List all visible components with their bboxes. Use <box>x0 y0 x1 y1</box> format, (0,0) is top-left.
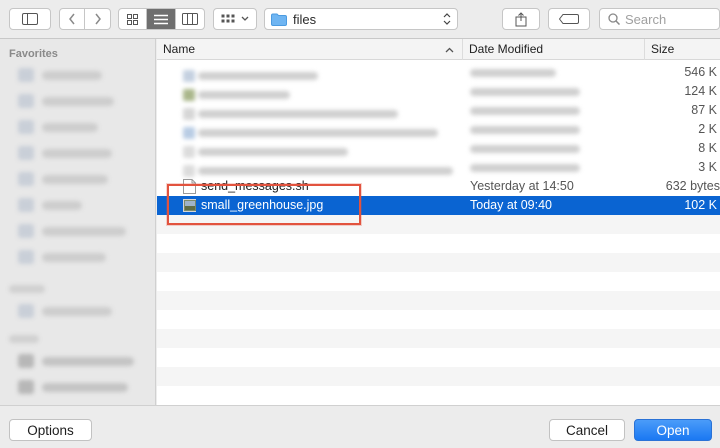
file-row[interactable]: send_messages.sh Yesterday at 14:50 632 … <box>157 177 720 196</box>
search-icon <box>608 13 620 25</box>
empty-row <box>157 234 720 253</box>
file-size: 124 K <box>684 84 717 98</box>
sidebar-item[interactable] <box>0 192 155 218</box>
sidebar-section-shared <box>0 332 155 348</box>
share-icon <box>515 11 527 26</box>
forward-icon <box>94 13 101 25</box>
file-name: small_greenhouse.jpg <box>201 198 324 212</box>
search-input[interactable] <box>625 11 705 27</box>
empty-row <box>157 348 720 367</box>
cancel-button[interactable]: Cancel <box>549 419 625 441</box>
folder-icon <box>271 13 287 26</box>
icon-view-button[interactable] <box>119 9 148 29</box>
file-row[interactable]: 124 K <box>157 82 720 101</box>
sidebar-item[interactable] <box>0 244 155 270</box>
sidebar-item[interactable] <box>0 218 155 244</box>
file-size: 8 K <box>698 141 717 155</box>
icon-view-icon <box>127 13 139 25</box>
chevron-down-icon <box>241 16 249 21</box>
sidebar-item[interactable] <box>0 166 155 192</box>
sidebar-item[interactable] <box>0 62 155 88</box>
file-size: 102 K <box>684 198 717 212</box>
updown-chevron-icon <box>443 12 451 27</box>
file-size: 546 K <box>684 65 717 79</box>
sidebar-section-devices <box>0 282 155 298</box>
empty-row <box>157 310 720 329</box>
list-view-button[interactable] <box>147 9 176 29</box>
gallery-view-icon <box>221 14 235 23</box>
sidebar-shared-list <box>0 332 155 400</box>
open-button[interactable]: Open <box>634 419 712 441</box>
file-size: 632 bytes <box>665 179 720 193</box>
empty-row <box>157 386 720 405</box>
sidebar-item[interactable] <box>0 374 155 400</box>
sidebar-toggle-button[interactable] <box>9 8 51 30</box>
empty-row <box>157 215 720 234</box>
column-header-size[interactable]: Size <box>645 39 720 60</box>
sidebar-toggle-icon <box>22 13 38 25</box>
sidebar: Favorites <box>0 39 156 405</box>
toolbar: files <box>0 0 720 39</box>
column-header-name[interactable]: Name <box>157 39 463 60</box>
tag-button[interactable] <box>548 8 590 30</box>
view-mode-control <box>118 8 205 30</box>
empty-row <box>157 291 720 310</box>
column-view-icon <box>181 13 198 25</box>
file-date: Yesterday at 14:50 <box>470 179 574 193</box>
column-view-button[interactable] <box>176 9 204 29</box>
empty-row <box>157 329 720 348</box>
open-file-dialog: files Favorites <box>0 0 720 448</box>
file-date: Today at 09:40 <box>470 198 553 212</box>
file-name: send_messages.sh <box>201 179 309 193</box>
list-view-icon <box>154 14 169 24</box>
file-row[interactable]: 2 K <box>157 120 720 139</box>
file-row[interactable]: 3 K <box>157 158 720 177</box>
sidebar-devices-list <box>0 282 155 324</box>
sort-chevron-icon <box>445 47 454 53</box>
empty-row <box>157 272 720 291</box>
search-field[interactable] <box>599 8 720 30</box>
sidebar-item[interactable] <box>0 298 155 324</box>
column-header-date[interactable]: Date Modified <box>463 39 645 60</box>
sidebar-section-favorites: Favorites <box>9 48 58 60</box>
empty-row <box>157 367 720 386</box>
sidebar-item[interactable] <box>0 114 155 140</box>
image-file-icon <box>183 199 196 212</box>
file-size: 3 K <box>698 160 717 174</box>
tag-icon <box>559 14 579 24</box>
share-button[interactable] <box>502 8 540 30</box>
file-list: Name Date Modified Size 546 K 124 K 87 K… <box>157 39 720 405</box>
list-header: Name Date Modified Size <box>157 39 720 60</box>
sidebar-item[interactable] <box>0 88 155 114</box>
back-button[interactable] <box>60 9 86 29</box>
sidebar-favorites-list <box>0 62 155 270</box>
script-file-icon <box>183 179 196 194</box>
forward-button[interactable] <box>85 9 110 29</box>
options-button[interactable]: Options <box>9 419 92 441</box>
empty-row <box>157 253 720 272</box>
sidebar-item[interactable] <box>0 140 155 166</box>
location-label: files <box>293 11 317 27</box>
dialog-footer: Options Cancel Open <box>0 405 720 448</box>
sidebar-item[interactable] <box>0 348 155 374</box>
file-size: 2 K <box>698 122 717 136</box>
file-row-selected[interactable]: small_greenhouse.jpg Today at 09:40 102 … <box>157 196 720 215</box>
file-row[interactable]: 87 K <box>157 101 720 120</box>
file-size: 87 K <box>691 103 717 117</box>
file-row[interactable]: 546 K <box>157 63 720 82</box>
back-icon <box>69 13 75 25</box>
location-popup[interactable]: files <box>264 8 458 30</box>
back-forward-control <box>59 8 111 30</box>
file-row[interactable]: 8 K <box>157 139 720 158</box>
gallery-view-dropdown[interactable] <box>213 8 257 30</box>
